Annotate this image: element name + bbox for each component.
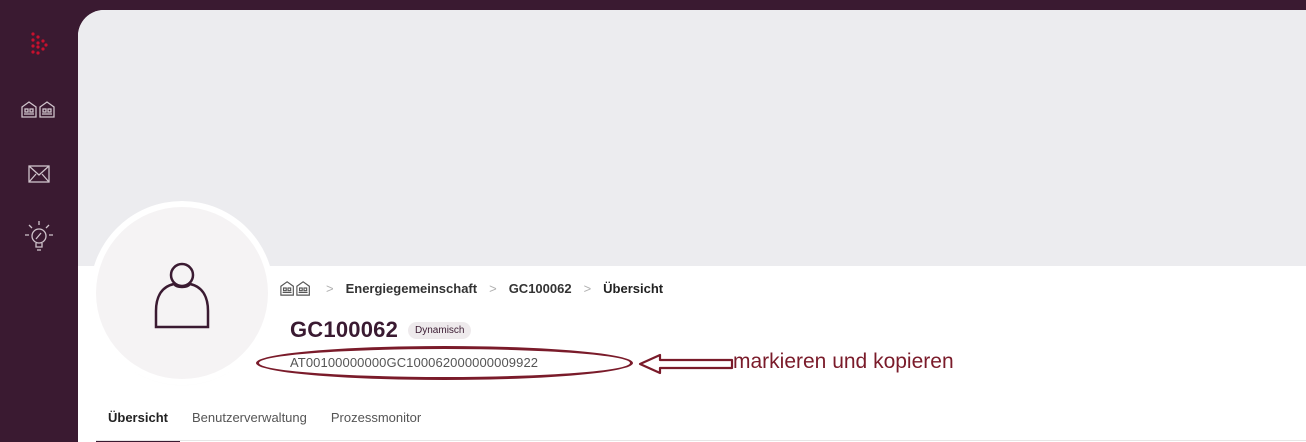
- mail-icon[interactable]: [0, 165, 78, 183]
- tab-prozessmonitor[interactable]: Prozessmonitor: [319, 400, 433, 442]
- tab-uebersicht[interactable]: Übersicht: [96, 400, 180, 442]
- breadcrumb-item[interactable]: GC100062: [509, 281, 572, 296]
- status-badge: Dynamisch: [408, 321, 472, 339]
- title-row: GC100062 Dynamisch: [290, 317, 472, 343]
- tab-benutzerverwaltung[interactable]: Benutzerverwaltung: [180, 400, 319, 442]
- profile-banner: [78, 10, 1306, 266]
- buildings-icon[interactable]: [0, 100, 78, 118]
- chevron-right-icon: >: [326, 280, 334, 296]
- breadcrumb-item[interactable]: Energiegemeinschaft: [346, 281, 478, 296]
- tab-bar: Übersicht Benutzerverwaltung Prozessmoni…: [96, 400, 433, 442]
- annotation-arrow-icon: [638, 353, 734, 375]
- tab-divider: [96, 440, 1306, 441]
- buildings-icon[interactable]: [278, 280, 314, 296]
- chevron-right-icon: >: [583, 280, 592, 296]
- main-content: > Energiegemeinschaft > GC100062 > Übers…: [78, 10, 1306, 442]
- lightbulb-icon[interactable]: [0, 220, 78, 254]
- chevron-right-icon: >: [489, 280, 497, 296]
- avatar: [96, 207, 268, 379]
- logo-icon[interactable]: [0, 30, 78, 60]
- sidebar: [0, 0, 78, 442]
- annotation-text: markieren und kopieren: [733, 350, 954, 373]
- annotation-ellipse: [256, 346, 633, 380]
- page-title: GC100062: [290, 317, 399, 342]
- breadcrumb: > Energiegemeinschaft > GC100062 > Übers…: [278, 278, 663, 298]
- user-icon: [154, 262, 210, 329]
- breadcrumb-item-current: Übersicht: [603, 280, 664, 296]
